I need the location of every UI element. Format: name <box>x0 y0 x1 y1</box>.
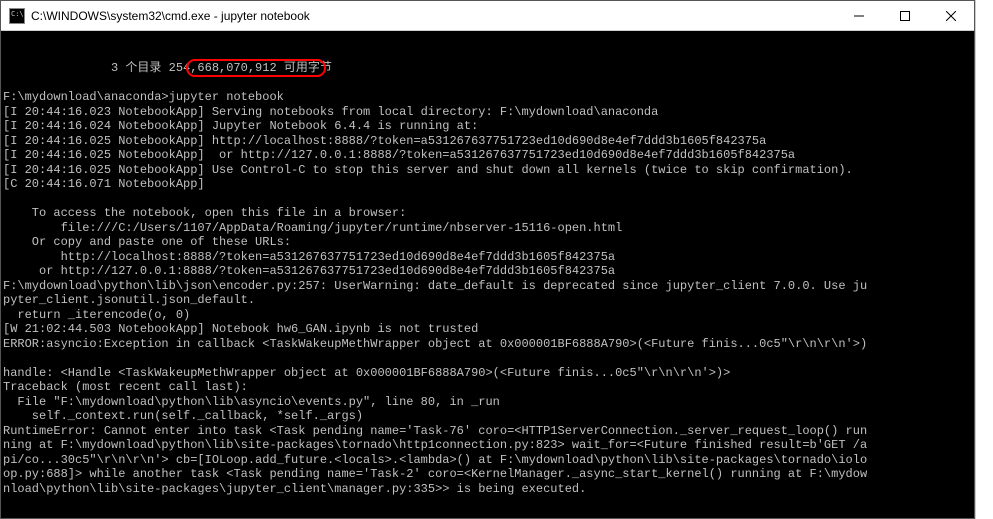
terminal-line: 3 个目录 254,668,070,912 可用字节 <box>3 61 972 76</box>
terminal-output[interactable]: 3 个目录 254,668,070,912 可用字节 F:\mydownload… <box>1 31 974 518</box>
terminal-line: ning at F:\mydownload\python\lib\site-pa… <box>3 438 972 453</box>
terminal-line: self._context.run(self._callback, *self.… <box>3 409 972 424</box>
titlebar[interactable]: C:\WINDOWS\system32\cmd.exe - jupyter no… <box>1 1 974 31</box>
terminal-line: F:\mydownload\python\lib\json\encoder.py… <box>3 279 972 294</box>
terminal-line: handle: <Handle <TaskWakeupMethWrapper o… <box>3 366 972 381</box>
terminal-line: [W 21:02:44.503 NotebookApp] Notebook hw… <box>3 322 972 337</box>
terminal-line: [I 20:44:16.025 NotebookApp] or http://1… <box>3 148 972 163</box>
terminal-line <box>3 351 972 366</box>
minimize-icon <box>854 11 864 21</box>
terminal-line <box>3 192 972 207</box>
terminal-line: file:///C:/Users/1107/AppData/Roaming/ju… <box>3 221 972 236</box>
terminal-line: File "F:\mydownload\python\lib\asyncio\e… <box>3 395 972 410</box>
terminal-line: Traceback (most recent call last): <box>3 380 972 395</box>
terminal-line: RuntimeError: Cannot enter into task <Ta… <box>3 424 972 439</box>
terminal-line: return _iterencode(o, 0) <box>3 308 972 323</box>
terminal-line: pyter_client.jsonutil.json_default. <box>3 293 972 308</box>
terminal-line: F:\mydownload\anaconda>jupyter notebook <box>3 90 972 105</box>
terminal-line: pi/co...30c5"\r\n\r\n'> cb=[IOLoop.add_f… <box>3 453 972 468</box>
terminal-line: [I 20:44:16.025 NotebookApp] http://loca… <box>3 134 972 149</box>
terminal-line <box>3 76 972 91</box>
maximize-button[interactable] <box>882 1 928 31</box>
background-window-edge <box>975 0 993 519</box>
window-controls <box>836 1 974 30</box>
cmd-window: C:\WINDOWS\system32\cmd.exe - jupyter no… <box>0 0 975 519</box>
terminal-line: ERROR:asyncio:Exception in callback <Tas… <box>3 337 972 352</box>
maximize-icon <box>900 11 910 21</box>
terminal-line: To access the notebook, open this file i… <box>3 206 972 221</box>
window-title: C:\WINDOWS\system32\cmd.exe - jupyter no… <box>31 9 836 23</box>
terminal-line: op.py:688]> while another task <Task pen… <box>3 467 972 482</box>
cmd-icon <box>9 8 25 24</box>
terminal-line: nload\python\lib\site-packages\jupyter_c… <box>3 482 972 497</box>
terminal-line: [C 20:44:16.071 NotebookApp] <box>3 177 972 192</box>
terminal-line: [I 20:44:16.023 NotebookApp] Serving not… <box>3 105 972 120</box>
terminal-line: or http://127.0.0.1:8888/?token=a5312676… <box>3 264 972 279</box>
minimize-button[interactable] <box>836 1 882 31</box>
close-button[interactable] <box>928 1 974 31</box>
close-icon <box>946 11 956 21</box>
terminal-line: http://localhost:8888/?token=a5312676377… <box>3 250 972 265</box>
terminal-line: [I 20:44:16.025 NotebookApp] Use Control… <box>3 163 972 178</box>
terminal-line: Or copy and paste one of these URLs: <box>3 235 972 250</box>
terminal-line: [I 20:44:16.024 NotebookApp] Jupyter Not… <box>3 119 972 134</box>
